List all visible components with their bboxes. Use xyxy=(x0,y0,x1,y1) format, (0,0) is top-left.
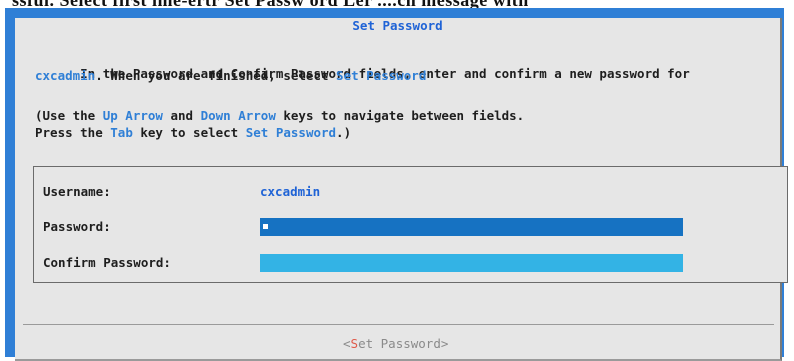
set-password-mention: Set Password xyxy=(336,68,427,83)
button-hotkey: S xyxy=(350,336,359,351)
dialog-title-text: Set Password xyxy=(348,18,447,33)
instruction-text: and xyxy=(162,108,201,123)
button-bar-divider xyxy=(23,324,774,325)
set-password-button[interactable]: <Set Password> xyxy=(343,336,448,352)
credentials-form: Username: cxcadmin Password: Confirm Pas… xyxy=(33,166,788,283)
text-cursor xyxy=(263,224,268,229)
instruction-line-3: (Use the Up Arrow and Down Arrow keys to… xyxy=(35,108,524,124)
button-bracket-left: < xyxy=(343,336,351,351)
button-bracket-right: > xyxy=(440,336,449,351)
tab-key-mention: Tab xyxy=(110,125,133,140)
username-label: Username: xyxy=(43,184,111,199)
instruction-line-4: Press the Tab key to select Set Password… xyxy=(35,125,351,141)
password-field[interactable] xyxy=(260,218,683,236)
password-label: Password: xyxy=(43,219,111,234)
instruction-line-2: cxcadmin. When you are finished, select … xyxy=(35,68,426,84)
username-value: cxcadmin xyxy=(260,184,321,199)
set-password-dialog: Set Password In the Password and Confirm… xyxy=(15,18,788,361)
dialog-title: Set Password xyxy=(15,18,780,33)
dialog-frame: Set Password In the Password and Confirm… xyxy=(5,8,788,361)
instruction-text: key to select xyxy=(132,125,246,140)
instruction-text: . When you are finished, select xyxy=(95,68,337,83)
confirm-password-field[interactable] xyxy=(260,254,683,272)
button-label: et Password xyxy=(358,336,441,351)
set-password-mention: Set Password xyxy=(245,125,337,140)
down-arrow-key-mention: Down Arrow xyxy=(200,108,276,123)
instruction-text: keys to navigate between fields. xyxy=(275,108,525,123)
instruction-text: .) xyxy=(336,125,352,140)
up-arrow-key-mention: Up Arrow xyxy=(102,108,163,123)
confirm-password-label: Confirm Password: xyxy=(43,255,171,270)
instruction-text: (Use the xyxy=(35,108,103,123)
username-mention: cxcadmin xyxy=(35,68,96,83)
instruction-text: Press the xyxy=(35,125,111,140)
